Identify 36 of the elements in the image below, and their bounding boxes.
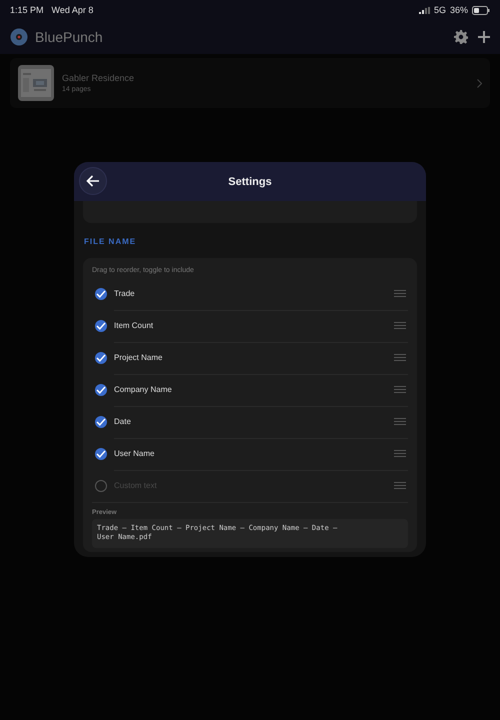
logo-icon [10,28,28,46]
settings-icon[interactable] [454,30,468,44]
checkbox[interactable] [95,480,107,492]
drag-handle-icon[interactable] [394,322,406,329]
checkbox[interactable] [95,288,107,300]
status-time: 1:15 PM [10,5,44,15]
battery-percent: 36% [450,5,468,15]
chevron-right-icon [477,78,482,88]
back-arrow-icon [86,175,100,187]
drag-handle-icon[interactable] [394,290,406,297]
drag-handle-icon[interactable] [394,354,406,361]
drag-handle-icon[interactable] [394,418,406,425]
checkbox[interactable] [95,352,107,364]
app-title: BluePunch [35,29,103,45]
status-date: Wed Apr 8 [52,5,94,15]
checkbox[interactable] [95,320,107,332]
network-label: 5G [434,5,446,15]
sheet-title: Settings [228,176,272,188]
checkbox[interactable] [95,416,107,428]
checkbox[interactable] [95,384,107,396]
drag-handle-icon[interactable] [394,386,406,393]
field-label: Company Name [114,385,173,394]
field-label: Date [114,417,132,426]
drag-handle-icon[interactable] [394,482,406,489]
field-label: Trade [114,289,136,298]
drag-handle-icon[interactable] [394,450,406,457]
add-icon[interactable] [478,31,490,43]
field-label: Project Name [114,353,164,362]
battery-icon [472,6,490,14]
field-label: Item Count [114,321,154,330]
field-label: User Name [114,449,156,458]
signal-icon [418,6,430,14]
section-header: FILE NAME [84,237,138,246]
project-name: Gabler Residence [62,73,136,83]
back-button[interactable] [79,167,107,195]
checkbox[interactable] [95,448,107,460]
